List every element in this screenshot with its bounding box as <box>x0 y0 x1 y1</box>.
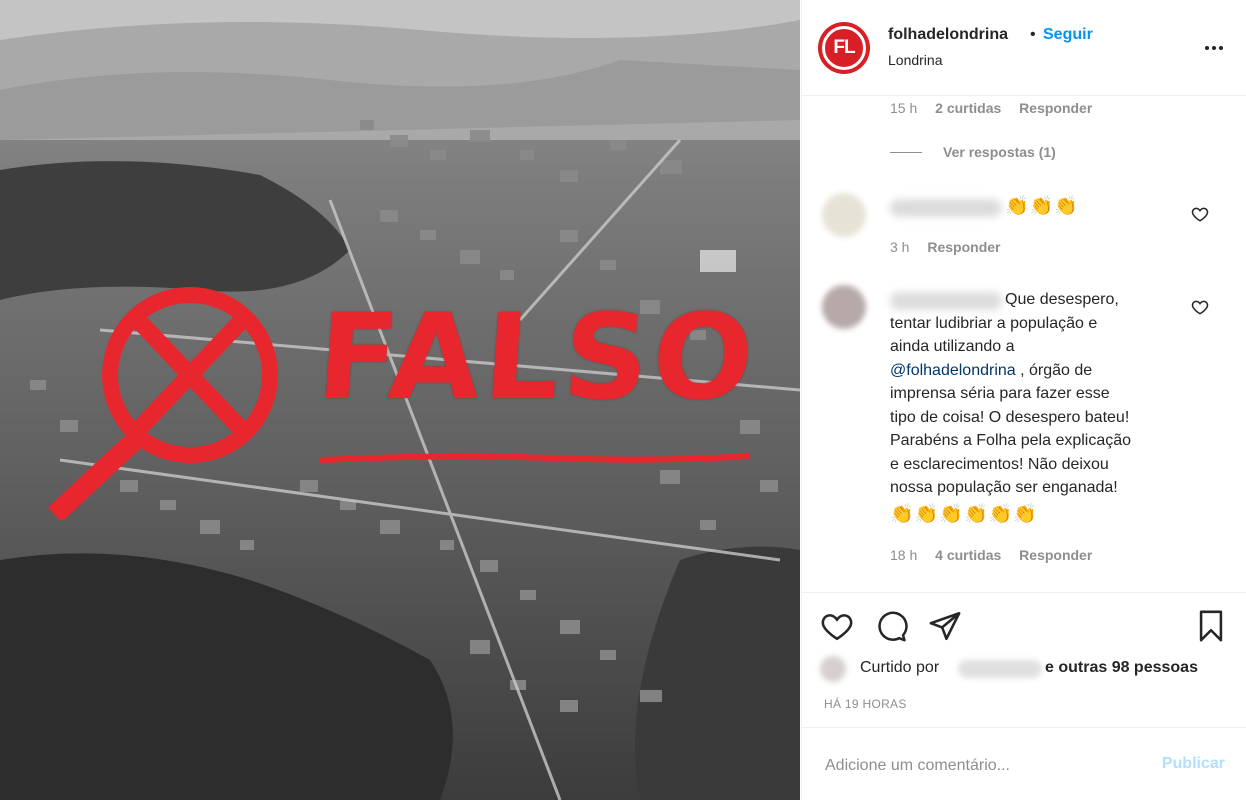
commenter-name-blurred[interactable] <box>890 292 1002 310</box>
location-link[interactable]: Londrina <box>888 52 943 68</box>
comment-icon[interactable] <box>874 609 908 643</box>
more-options-icon[interactable] <box>1202 36 1226 60</box>
comment-emojis: 👏👏👏 <box>1005 196 1079 217</box>
comment-meta: 3 h Responder <box>890 239 1001 255</box>
likes-count[interactable]: 2 curtidas <box>935 100 1001 116</box>
comment-text-first-line: Que desespero, <box>1005 291 1119 308</box>
post-panel: FL folhadelondrina • Seguir Londrina 15 … <box>801 0 1246 800</box>
like-icon[interactable] <box>820 609 854 643</box>
avatar[interactable]: FL <box>818 22 870 74</box>
liker-avatar[interactable] <box>820 656 846 682</box>
post-timestamp[interactable]: HÁ 19 HORAS <box>824 697 907 711</box>
commenter-avatar[interactable] <box>822 285 866 329</box>
comment-input[interactable] <box>823 752 1147 780</box>
bookmark-icon[interactable] <box>1194 609 1228 643</box>
commenter-avatar[interactable] <box>822 193 866 237</box>
publish-button[interactable]: Publicar <box>1162 755 1225 773</box>
comment-emojis: 👏👏👏👏👏👏 <box>890 504 1038 525</box>
separator-dot: • <box>1030 26 1036 43</box>
liker-name-blurred[interactable] <box>958 660 1042 678</box>
likes-others-link[interactable]: e outras 98 pessoas <box>1045 659 1198 677</box>
prohibited-magnifier-icon <box>47 287 278 520</box>
comment-like-icon[interactable] <box>1191 205 1209 223</box>
replies-divider <box>890 152 922 153</box>
mention-link[interactable]: @folhadelondrina <box>890 362 1016 379</box>
falso-label: FALSO <box>313 288 762 426</box>
view-replies-button[interactable]: Ver respostas (1) <box>943 144 1056 160</box>
reply-button[interactable]: Responder <box>1019 100 1092 116</box>
comment-meta: 15 h 2 curtidas Responder <box>890 100 1093 116</box>
comment-like-icon[interactable] <box>1191 298 1209 316</box>
falso-underline <box>320 453 750 463</box>
post-header: FL folhadelondrina • Seguir Londrina <box>802 0 1246 96</box>
likes-count[interactable]: 4 curtidas <box>935 547 1001 563</box>
comment-text: tentar ludibriar a população e ainda uti… <box>890 314 1132 497</box>
comment-meta: 18 h 4 curtidas Responder <box>890 547 1093 563</box>
post-image[interactable]: FALSO <box>0 0 800 800</box>
share-icon[interactable] <box>928 609 962 643</box>
username-link[interactable]: folhadelondrina <box>888 26 1008 44</box>
liked-by-row: Curtido por e outras 98 pessoas <box>820 656 1240 682</box>
follow-button[interactable]: Seguir <box>1043 26 1093 44</box>
reply-button[interactable]: Responder <box>927 239 1000 255</box>
commenter-name-blurred[interactable] <box>890 199 1002 217</box>
comment-composer: Publicar <box>802 727 1246 801</box>
action-bar <box>802 592 1246 642</box>
reply-button[interactable]: Responder <box>1019 547 1092 563</box>
